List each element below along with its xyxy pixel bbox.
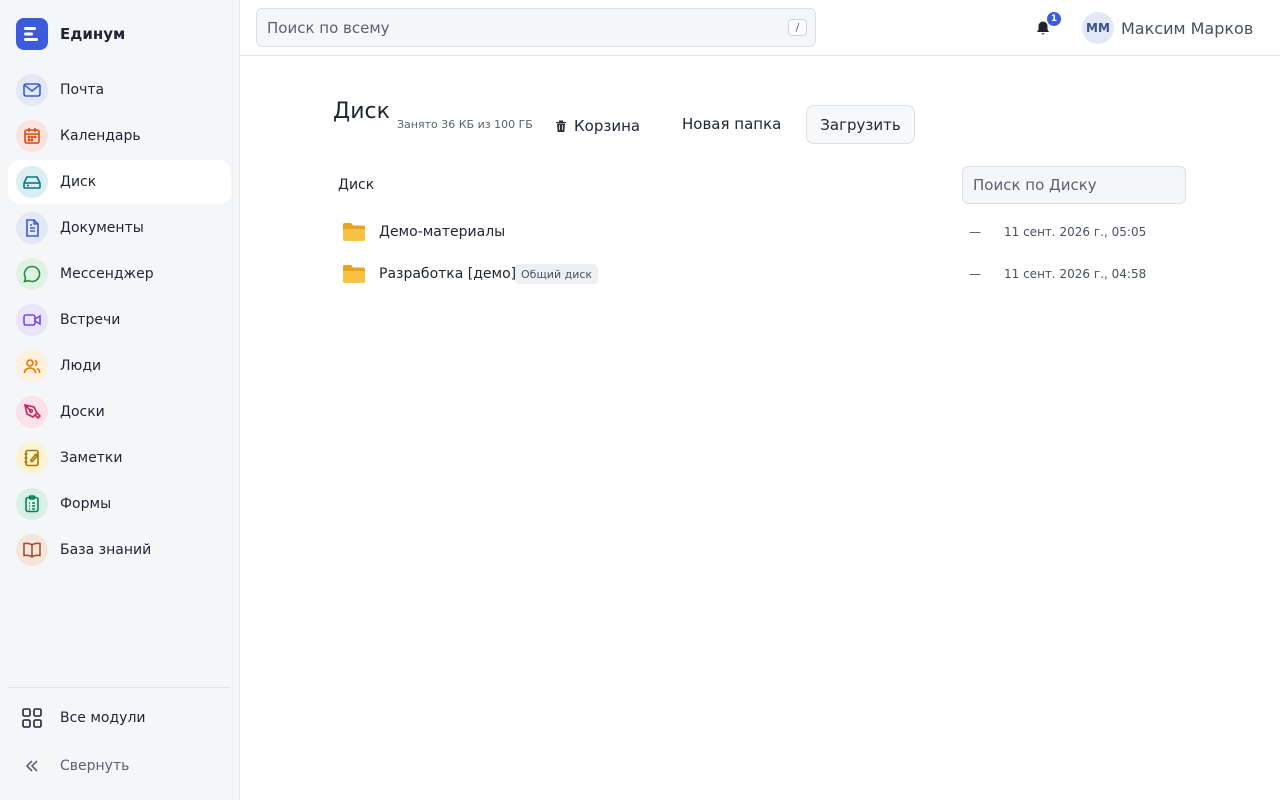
disk-search-input[interactable] [973, 176, 1173, 194]
document-icon [16, 212, 48, 244]
app-logo-icon [16, 18, 48, 50]
sidebar-item-label: Мессенджер [60, 266, 154, 282]
sidebar-item-messenger[interactable]: Мессенджер [8, 252, 231, 296]
sidebar-item-mail[interactable]: Почта [8, 68, 231, 112]
file-date: 11 сент. 2026 г., 05:05 [1004, 225, 1147, 239]
sidebar-item-meetings[interactable]: Встречи [8, 298, 231, 342]
people-icon [16, 350, 48, 382]
drive-icon [16, 166, 48, 198]
notes-icon [16, 442, 48, 474]
mail-icon [16, 74, 48, 106]
disk-search[interactable] [962, 166, 1186, 204]
search-shortcut-hint: / [788, 19, 807, 36]
all-modules-button[interactable]: Все модули [16, 702, 226, 734]
sidebar-nav: Почта Календарь Диск Документы Мессендже… [8, 68, 231, 574]
shared-drive-badge: Общий диск [515, 264, 599, 284]
sidebar-item-label: Люди [60, 358, 102, 374]
sidebar-item-boards[interactable]: Доски [8, 390, 231, 434]
chat-icon [16, 258, 48, 290]
file-name: Разработка [демо] [379, 266, 517, 282]
sidebar: Единум Почта Календарь Диск Документы Ме… [0, 0, 240, 800]
sidebar-item-label: Почта [60, 82, 105, 98]
topbar: / 1 ММ Максим Марков [240, 0, 1280, 56]
trash-icon [556, 120, 566, 132]
calendar-icon [16, 120, 48, 152]
user-name: Максим Марков [1121, 18, 1254, 38]
brand[interactable]: Единум [16, 18, 125, 50]
collapse-label: Свернуть [60, 758, 130, 774]
sidebar-item-calendar[interactable]: Календарь [8, 114, 231, 158]
avatar: ММ [1082, 12, 1114, 44]
sidebar-item-documents[interactable]: Документы [8, 206, 231, 250]
folder-icon [342, 263, 366, 289]
pen-icon [16, 396, 48, 428]
app-name: Единум [60, 25, 126, 43]
sidebar-item-people[interactable]: Люди [8, 344, 231, 388]
table-row[interactable]: Разработка [демо] Общий диск — 11 сент. … [334, 254, 1186, 294]
all-modules-label: Все модули [60, 710, 146, 726]
storage-usage: Занято 36 КБ из 100 ГБ [397, 118, 533, 131]
trash-button[interactable]: Корзина [554, 115, 640, 137]
global-search[interactable]: / [256, 8, 816, 47]
grid-icon [16, 702, 48, 734]
folder-icon [342, 221, 366, 247]
sidebar-item-label: Доски [60, 404, 105, 420]
sidebar-item-drive[interactable]: Диск [8, 160, 231, 204]
file-size: — [969, 267, 981, 281]
table-row[interactable]: Демо-материалы — 11 сент. 2026 г., 05:05 [334, 212, 1186, 252]
sidebar-item-forms[interactable]: Формы [8, 482, 231, 526]
sidebar-item-knowledge-base[interactable]: База знаний [8, 528, 231, 572]
sidebar-item-label: Формы [60, 496, 112, 512]
page-title: Диск [333, 99, 390, 124]
file-date: 11 сент. 2026 г., 04:58 [1004, 267, 1147, 281]
upload-button[interactable]: Загрузить [806, 105, 915, 144]
notification-badge: 1 [1046, 11, 1062, 27]
sidebar-item-notes[interactable]: Заметки [8, 436, 231, 480]
chevrons-left-icon [16, 750, 48, 782]
sidebar-item-label: Диск [60, 174, 97, 190]
book-icon [16, 534, 48, 566]
sidebar-item-label: Календарь [60, 128, 141, 144]
breadcrumb[interactable]: Диск [338, 177, 374, 193]
file-size: — [969, 225, 981, 239]
sidebar-item-label: Встречи [60, 312, 121, 328]
global-search-input[interactable] [267, 18, 767, 37]
user-menu[interactable]: ММ Максим Марков [1082, 12, 1253, 44]
sidebar-item-label: Заметки [60, 450, 123, 466]
new-folder-button[interactable]: Новая папка [682, 115, 781, 133]
video-icon [16, 304, 48, 336]
sidebar-item-label: Документы [60, 220, 144, 236]
form-icon [16, 488, 48, 520]
sidebar-item-label: База знаний [60, 542, 152, 558]
collapse-sidebar-button[interactable]: Свернуть [16, 750, 226, 782]
file-name: Демо-материалы [379, 224, 506, 240]
sidebar-divider [8, 687, 230, 688]
trash-label: Корзина [574, 117, 641, 135]
